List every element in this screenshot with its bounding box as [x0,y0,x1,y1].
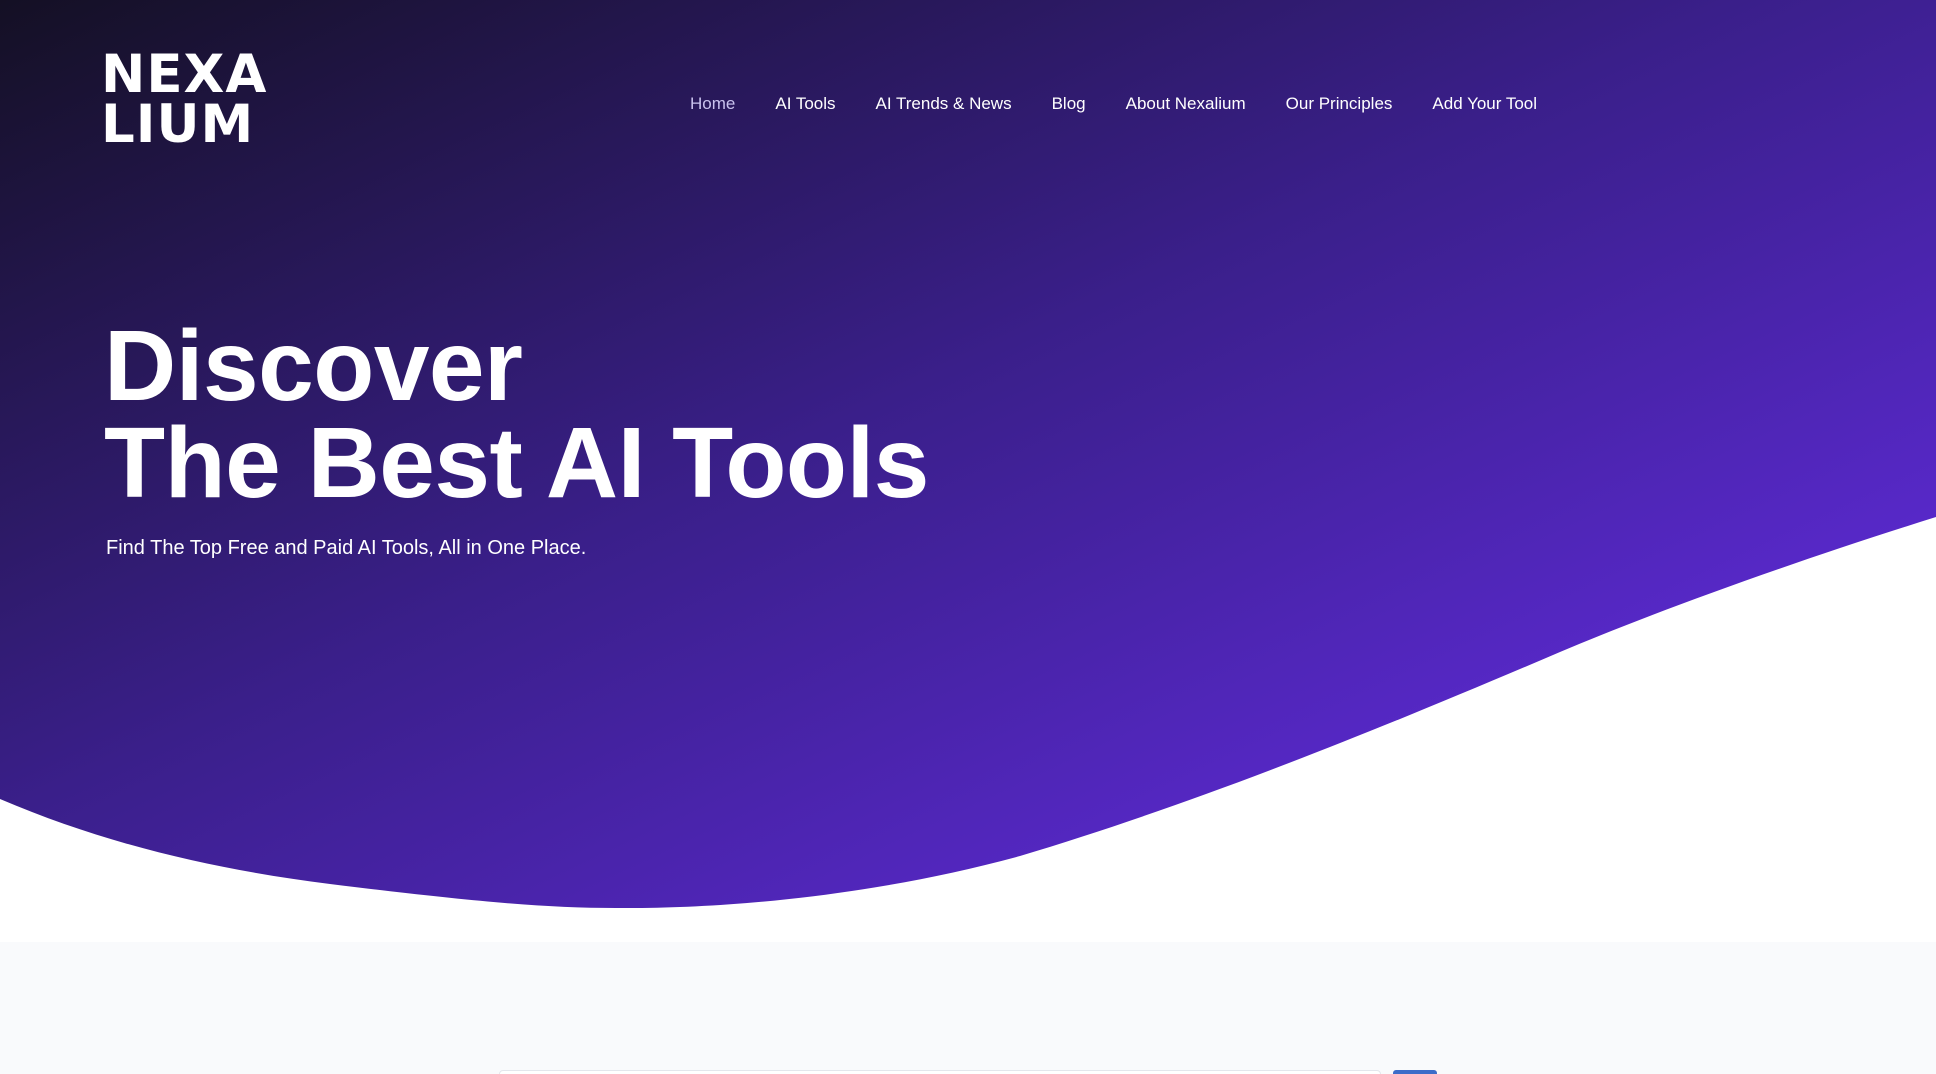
nav-item-ai-tools[interactable]: AI Tools [775,90,835,118]
nav-item-add-your-tool[interactable]: Add Your Tool [1432,90,1537,118]
nexalium-logo[interactable]: NEXA LIUM [101,44,268,155]
nav-item-home[interactable]: Home [690,90,735,118]
hero-title-line-1: Discover [104,310,523,422]
nav-item-ai-trends-news[interactable]: AI Trends & News [876,90,1012,118]
search-button[interactable] [1393,1070,1437,1074]
hero-title: Discover The Best AI Tools [104,310,929,519]
logo-line-1: NEXA [101,44,268,105]
main-nav: Home AI Tools AI Trends & News Blog Abou… [690,90,1577,118]
hero-title-line-2: The Best AI Tools [104,407,929,519]
hero-subtitle: Find The Top Free and Paid AI Tools, All… [106,537,587,559]
tools-search-section [0,942,1936,1074]
search-input[interactable] [499,1070,1381,1074]
nav-item-our-principles[interactable]: Our Principles [1286,90,1393,118]
page: NEXA LIUM Home AI Tools AI Trends & News… [0,0,1936,1074]
nav-item-about-nexalium[interactable]: About Nexalium [1126,90,1246,118]
logo-line-2: LIUM [101,94,255,155]
nav-item-blog[interactable]: Blog [1052,90,1086,118]
hero-section: NEXA LIUM Home AI Tools AI Trends & News… [0,0,1936,942]
